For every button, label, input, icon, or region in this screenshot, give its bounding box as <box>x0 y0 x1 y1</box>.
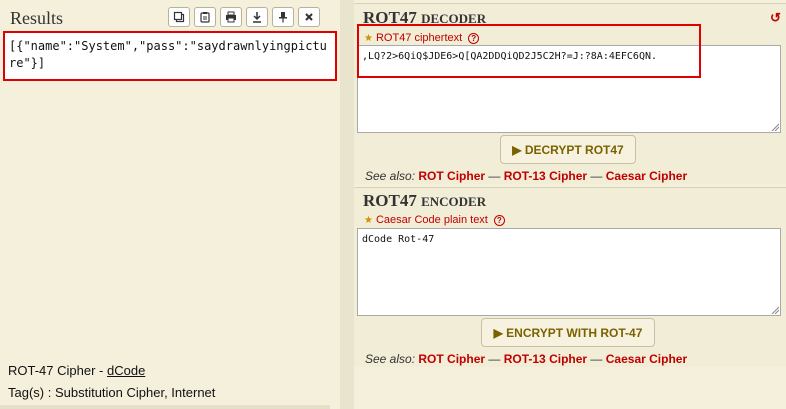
print-icon <box>226 11 236 23</box>
clipboard-icon <box>200 12 210 23</box>
ciphertext-input[interactable]: ,LQ?2>6QiQ$JDE6>Q[QA2DDQiQD2J5C2H?=J:?8A… <box>357 45 781 133</box>
decoder-see-also: See also: ROT Cipher — ROT-13 Cipher — C… <box>365 169 687 183</box>
star-icon: ★ <box>364 214 373 226</box>
close-button[interactable] <box>298 7 320 27</box>
ciphertext-label-text: ROT47 ciphertext <box>375 32 463 44</box>
rot13-cipher-link[interactable]: ROT-13 Cipher <box>504 352 587 366</box>
pin-button[interactable] <box>272 7 294 27</box>
close-icon <box>305 13 313 21</box>
pin-icon <box>279 12 287 23</box>
rot13-cipher-link[interactable]: ROT-13 Cipher <box>504 169 587 183</box>
caesar-cipher-link[interactable]: Caesar Cipher <box>606 169 687 183</box>
page-footer-title: ROT-47 Cipher - dCode <box>8 363 145 378</box>
download-button[interactable] <box>246 7 268 27</box>
help-icon[interactable]: ? <box>468 32 480 44</box>
refresh-icon[interactable]: ↺ <box>770 11 782 24</box>
encoder-see-also: See also: ROT Cipher — ROT-13 Cipher — C… <box>365 352 687 366</box>
decrypt-button[interactable]: ▶ DECRYPT ROT47 <box>500 135 636 164</box>
footer-title-text: ROT-47 Cipher - <box>8 363 107 378</box>
results-output-box[interactable]: [{"name":"System","pass":"saydrawnlyingp… <box>3 31 337 81</box>
encrypt-button[interactable]: ▶ ENCRYPT WITH ROT-47 <box>481 318 655 347</box>
separator: — <box>587 352 606 366</box>
plaintext-input[interactable]: dCode Rot-47 <box>357 228 781 316</box>
plaintext-label-text: Caesar Code plain text <box>375 214 488 226</box>
plaintext-value: dCode Rot-47 <box>362 234 435 245</box>
print-button[interactable] <box>220 7 242 27</box>
help-icon[interactable]: ? <box>493 214 505 226</box>
encoder-title: ROT47 Encoder <box>363 191 486 211</box>
caesar-cipher-link[interactable]: Caesar Cipher <box>606 352 687 366</box>
download-icon <box>253 12 261 23</box>
decoder-title: ROT47 Decoder <box>363 8 486 28</box>
dcode-link[interactable]: dCode <box>107 363 145 378</box>
tool-panel: ROT47 Decoder ↺ ★ ROT47 ciphertext ? ,LQ… <box>354 0 786 409</box>
panel-divider[interactable] <box>340 0 354 409</box>
rot-cipher-link[interactable]: ROT Cipher <box>418 169 485 183</box>
separator: — <box>485 352 504 366</box>
see-also-prefix: See also: <box>365 352 419 366</box>
results-text: [{"name":"System","pass":"saydrawnlyingp… <box>9 39 327 70</box>
ciphertext-label: ★ ROT47 ciphertext ? <box>364 32 480 44</box>
star-icon: ★ <box>364 32 373 44</box>
see-also-prefix: See also: <box>365 169 419 183</box>
copy-icon <box>173 11 185 23</box>
resize-grip-icon[interactable] <box>771 123 779 131</box>
results-title: Results <box>10 8 64 28</box>
separator: — <box>485 169 504 183</box>
results-toolbar <box>168 7 320 27</box>
resize-grip-icon[interactable] <box>771 306 779 314</box>
decoder-title-main: ROT47 <box>363 8 422 27</box>
copy-button[interactable] <box>168 7 190 27</box>
decoder-title-sc: Decoder <box>421 11 487 26</box>
ciphertext-value: ,LQ?2>6QiQ$JDE6>Q[QA2DDQiQD2J5C2H?=J:?8A… <box>362 51 658 62</box>
results-panel: Results [{"name":"System","pass":"saydra… <box>0 0 340 409</box>
decoder-section: ROT47 Decoder ↺ ★ ROT47 ciphertext ? ,LQ… <box>354 3 786 184</box>
plaintext-label: ★ Caesar Code plain text ? <box>364 214 505 226</box>
encoder-title-sc: Encoder <box>421 194 487 209</box>
footer-tags: Tag(s) : Substitution Cipher, Internet <box>8 385 216 400</box>
rot-cipher-link[interactable]: ROT Cipher <box>418 352 485 366</box>
clipboard-button[interactable] <box>194 7 216 27</box>
encoder-title-main: ROT47 <box>363 191 422 210</box>
left-scrollbar[interactable] <box>0 405 330 409</box>
separator: — <box>587 169 606 183</box>
encoder-section: ROT47 Encoder ★ Caesar Code plain text ?… <box>354 187 786 367</box>
